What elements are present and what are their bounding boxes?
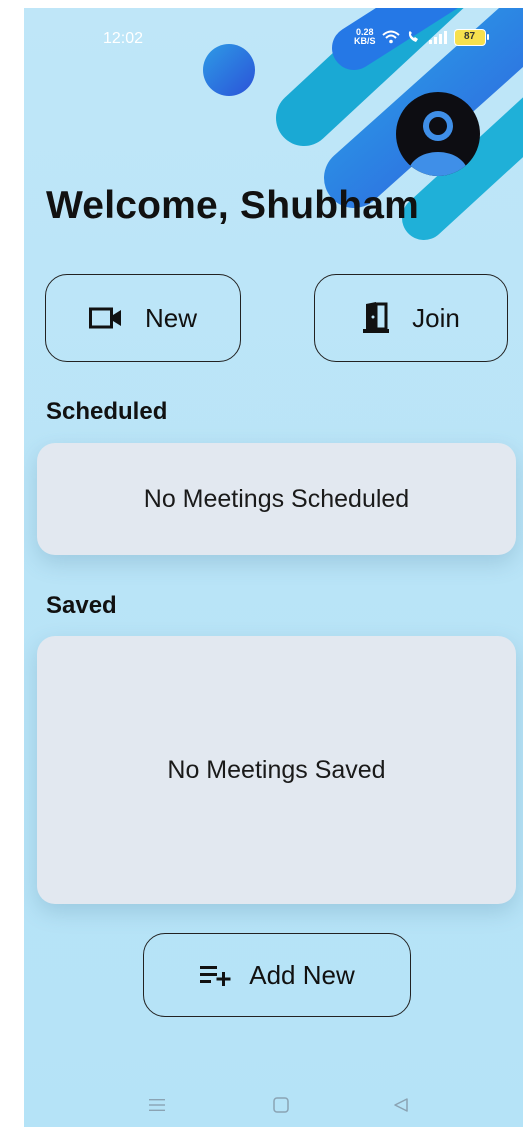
- status-icons: 0.28 KB/S 87: [354, 27, 489, 46]
- video-camera-icon: [88, 307, 121, 329]
- playlist-add-icon: [200, 966, 231, 986]
- home-square-icon[interactable]: [272, 1096, 290, 1114]
- scheduled-empty-text: No Meetings Scheduled: [143, 484, 410, 513]
- join-button-label: Join: [412, 302, 460, 333]
- scheduled-section-title: Scheduled: [46, 398, 168, 425]
- user-avatar-icon[interactable]: [396, 92, 480, 176]
- join-meeting-button[interactable]: Join: [314, 274, 508, 362]
- door-icon: [363, 302, 390, 333]
- saved-meetings-card: No Meetings Saved: [37, 636, 516, 904]
- back-triangle-icon[interactable]: [392, 1096, 410, 1114]
- battery-indicator: 87: [453, 28, 489, 46]
- scheduled-meetings-card: No Meetings Scheduled: [37, 443, 516, 555]
- menu-icon[interactable]: [148, 1096, 166, 1114]
- new-meeting-button[interactable]: New: [45, 274, 241, 362]
- status-bar: 12:02 0.28 KB/S 87: [24, 8, 523, 68]
- new-button-label: New: [144, 302, 197, 333]
- add-new-button[interactable]: Add New: [143, 933, 411, 1017]
- welcome-heading: Welcome, Shubham: [46, 184, 420, 227]
- call-signal-icon: [408, 31, 418, 42]
- system-nav-bar: [24, 1088, 523, 1127]
- saved-empty-text: No Meetings Saved: [167, 755, 386, 784]
- wifi-icon: [381, 30, 400, 44]
- app-screen: 12:02 0.28 KB/S 87 Welcome, Shubham New …: [24, 8, 523, 1127]
- add-new-label: Add New: [249, 959, 355, 990]
- network-speed: 0.28 KB/S: [354, 27, 376, 46]
- status-time: 12:02: [103, 30, 144, 47]
- saved-section-title: Saved: [46, 592, 117, 619]
- cell-signal-icon: [428, 31, 447, 44]
